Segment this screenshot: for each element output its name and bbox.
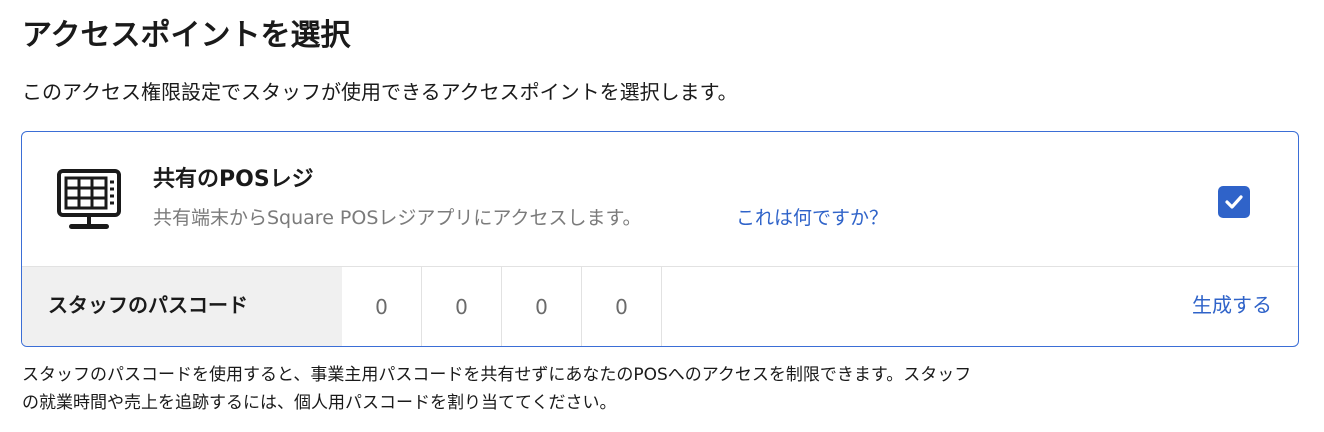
passcode-digit: 0 — [582, 267, 662, 346]
page-description: このアクセス権限設定でスタッフが使用できるアクセスポイントを選択します。 — [22, 80, 738, 104]
option-description: 共有端末からSquare POSレジアプリにアクセスします。 — [153, 207, 642, 229]
page-title: アクセスポイントを選択 — [22, 18, 351, 53]
passcode-digit: 0 — [422, 267, 502, 346]
access-point-checkbox[interactable] — [1218, 186, 1250, 218]
passcode-label-cell: スタッフのパスコード — [22, 267, 342, 346]
access-point-card: 共有のPOSレジ 共有端末からSquare POSレジアプリにアクセスします。 … — [21, 131, 1299, 347]
passcode-digit: 0 — [342, 267, 422, 346]
passcode-footnote: スタッフのパスコードを使用すると、事業主用パスコードを共有せずにあなたのPOSへ… — [22, 365, 972, 413]
generate-passcode-button[interactable]: 生成する — [1192, 289, 1272, 321]
option-title: 共有のPOSレジ — [153, 167, 314, 192]
checkmark-icon — [1225, 195, 1243, 209]
passcode-digit: 0 — [502, 267, 582, 346]
pos-register-icon — [57, 169, 121, 229]
passcode-label: スタッフのパスコード — [48, 293, 248, 317]
passcode-row: スタッフのパスコード 0 0 0 0 生成する — [22, 267, 1298, 346]
help-link[interactable]: これは何ですか？ — [736, 203, 888, 233]
access-point-option[interactable]: 共有のPOSレジ 共有端末からSquare POSレジアプリにアクセスします。 … — [22, 132, 1298, 267]
